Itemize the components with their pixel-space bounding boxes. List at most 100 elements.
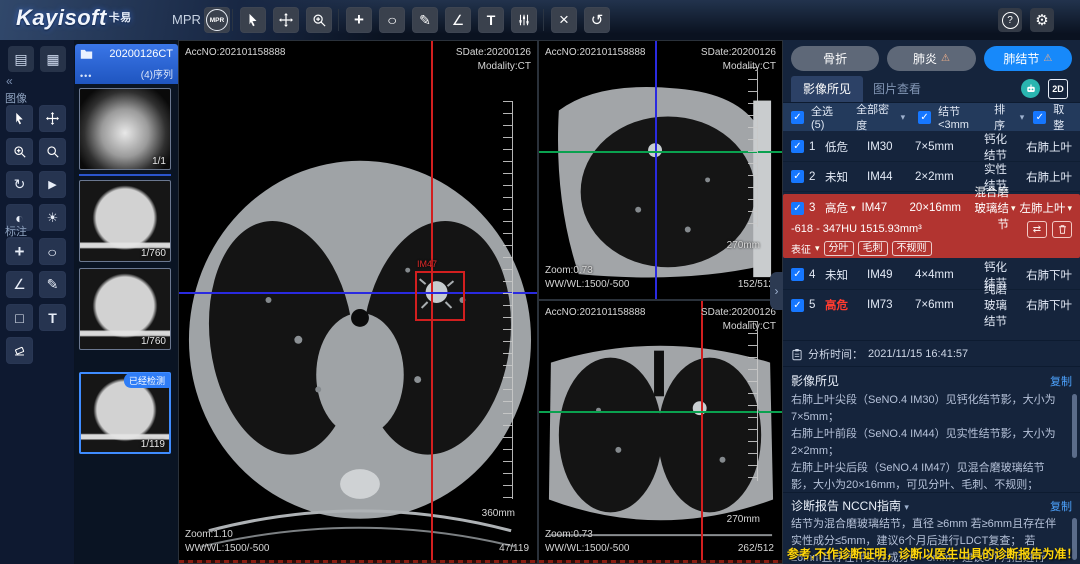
row-checkbox[interactable]: ✓ [791, 140, 804, 153]
magnifier-tool-button[interactable] [39, 138, 66, 165]
sagittal-viewport[interactable]: 270mm AccNO:202101158888 SDate:20200126 … [538, 40, 783, 300]
round-checkbox[interactable]: ✓ [1033, 111, 1046, 124]
angle-tool-button[interactable]: ∠ [445, 7, 471, 33]
sagittal-crosshair-horizontal[interactable] [539, 151, 782, 153]
analysis-time-label: 分析时间： [808, 346, 863, 362]
copy-findings-button[interactable]: 复制 [1050, 373, 1072, 389]
small-nodule-checkbox[interactable]: ✓ [918, 111, 931, 124]
nodule-image-no: IM47 [862, 202, 910, 214]
row-checkbox[interactable]: ✓ [791, 268, 804, 281]
series-thumbnail-ct1[interactable]: 1/760 [79, 180, 171, 262]
feature-label[interactable]: 表征 [791, 241, 811, 256]
compare-followup-button[interactable]: ⇄ [1027, 221, 1047, 238]
pointer-tool-button[interactable] [6, 105, 33, 132]
nodule-detection-box[interactable] [415, 271, 465, 321]
crosshair-annotation-button[interactable]: + [6, 238, 33, 265]
mpr-mode-button[interactable]: MPR [204, 7, 230, 33]
sagittal-crosshair-vertical[interactable] [655, 41, 657, 299]
close-icon: × [559, 10, 569, 30]
delete-nodule-button[interactable] [1052, 221, 1072, 238]
series-layout-button[interactable]: ▦ [40, 46, 66, 72]
study-header[interactable]: 20200126CT ••• (4)序列 [75, 44, 178, 84]
cine-play-button[interactable]: ▶ [39, 171, 66, 198]
ellipse-tool-button[interactable]: ○ [379, 7, 405, 33]
coronal-slice-indicator[interactable] [539, 560, 782, 563]
series-thumbnail-scout[interactable]: 1/1 [79, 88, 171, 170]
nodule-detection-label: IM47 [417, 259, 437, 269]
nodule-row-5[interactable]: ✓ 5 高危 IM73 7×6mm 纯磨玻璃结节 右肺下叶 [783, 290, 1080, 320]
findings-scrollbar[interactable] [1072, 394, 1077, 458]
2d-view-button[interactable]: 2D [1048, 79, 1068, 99]
rotate-image-button[interactable]: ↻ [6, 171, 33, 198]
row-checkbox[interactable]: ✓ [791, 170, 804, 183]
delete-annotation-button[interactable]: × [551, 7, 577, 33]
pan-tool-button[interactable] [273, 7, 299, 33]
nodule-row-4[interactable]: ✓ 4 未知 IM49 4×4mm 钙化结节 右肺下叶 [783, 260, 1080, 290]
tab-pneumonia[interactable]: 肺炎⚠ [887, 46, 975, 71]
small-nodule-label[interactable]: 结节<3mm [938, 103, 983, 131]
axial-crosshair-horizontal[interactable] [179, 292, 537, 294]
pointer-tool-button[interactable] [240, 7, 266, 33]
copy-report-button[interactable]: 复制 [1050, 498, 1072, 514]
axial-viewport[interactable]: IM47 360mm AccNO:202101158888 SDate:2020… [178, 40, 538, 564]
ruler-pencil-tool-button[interactable]: ✎ [412, 7, 438, 33]
analysis-time-row: 分析时间： 2021/11/15 16:41:57 [791, 346, 968, 362]
report-title-group[interactable]: 诊断报告 NCCN指南 ▾ [791, 497, 909, 514]
nodule-location[interactable]: 左肺上叶 [1019, 200, 1065, 216]
zoom-tool-button[interactable] [306, 7, 332, 33]
reset-rotate-button[interactable]: ↺ [584, 7, 610, 33]
coronal-ruler-label: 270mm [727, 514, 760, 525]
zoom-in-icon [13, 145, 26, 158]
nodule-location: 右肺上叶 [1010, 139, 1072, 155]
series-thumbnail-ct2[interactable]: 1/760 [79, 268, 171, 350]
coronal-crosshair-horizontal[interactable] [539, 411, 782, 413]
nodule-row-2[interactable]: ✓ 2 未知 IM44 2×2mm 实性结节 右肺上叶 [783, 162, 1080, 192]
subtab-findings[interactable]: 影像所见 [791, 76, 863, 102]
rectangle-annotation-button[interactable]: □ [6, 304, 33, 331]
ai-assistant-button[interactable] [1021, 79, 1040, 98]
settings-button[interactable]: ⚙ [1030, 8, 1054, 32]
feature-chip[interactable]: 不规则 [892, 241, 932, 256]
nodule-row-1[interactable]: ✓ 1 低危 IM30 7×5mm 钙化结节 右肺上叶 [783, 132, 1080, 162]
ellipse-annotation-button[interactable]: ○ [39, 238, 66, 265]
collapse-rail-button[interactable]: « [6, 74, 13, 88]
pan-icon [46, 112, 59, 125]
eraser-button[interactable] [6, 337, 33, 364]
brightness-button[interactable]: ☀ [39, 204, 66, 231]
row-checkbox[interactable]: ✓ [791, 299, 804, 312]
select-all-label[interactable]: 全选(5) [811, 103, 841, 131]
disease-tabs: 骨折 肺炎⚠ 肺结节⚠ [791, 46, 1072, 71]
panel-collapse-handle[interactable]: › [770, 272, 783, 310]
crosshair-tool-button[interactable]: + [346, 7, 372, 33]
subtab-image-view[interactable]: 图片查看 [861, 76, 933, 102]
angle-annotation-button[interactable]: ∠ [6, 271, 33, 298]
axial-slice-indicator[interactable] [179, 560, 537, 563]
pan-tool-button[interactable] [39, 105, 66, 132]
density-filter[interactable]: 全部密度 [856, 101, 893, 133]
coronal-crosshair-vertical[interactable] [701, 301, 703, 563]
help-button[interactable]: ? [998, 8, 1022, 32]
nodule-row-3-selected[interactable]: ✓ 3 高危 ▾ IM47 20×16mm 混合磨玻璃结节 ▾ 左肺上叶 ▾ -… [783, 194, 1080, 258]
text-icon: T [487, 12, 496, 28]
pencil-annotation-button[interactable]: ✎ [39, 271, 66, 298]
axial-ruler [503, 101, 513, 499]
text-annotation-button[interactable]: T [39, 304, 66, 331]
tab-fracture[interactable]: 骨折 [791, 46, 879, 71]
tab-lung-nodule[interactable]: 肺结节⚠ [984, 46, 1072, 71]
row-checkbox[interactable]: ✓ [791, 202, 804, 215]
coronal-viewport[interactable]: 270mm AccNO:202101158888 SDate:20200126 … [538, 300, 783, 564]
axial-modality: Modality:CT [456, 60, 531, 74]
more-icon[interactable]: ••• [80, 71, 92, 81]
zoom-in-tool-button[interactable] [6, 138, 33, 165]
round-label[interactable]: 取整 [1053, 101, 1072, 133]
text-tool-button[interactable]: T [478, 7, 504, 33]
series-thumbnail-ct3-selected[interactable]: 已经检测 1/119 [79, 372, 171, 454]
sort-filter[interactable]: 排序 [994, 101, 1013, 133]
patient-list-button[interactable]: ▤ [8, 46, 34, 72]
2d-icon: 2D [1052, 84, 1064, 94]
feature-chip[interactable]: 分叶 [824, 241, 854, 256]
nodule-grade[interactable]: 高危 [825, 200, 848, 216]
feature-chip[interactable]: 毛刺 [858, 241, 888, 256]
select-all-checkbox[interactable]: ✓ [791, 111, 804, 124]
window-level-tool-button[interactable] [511, 7, 537, 33]
